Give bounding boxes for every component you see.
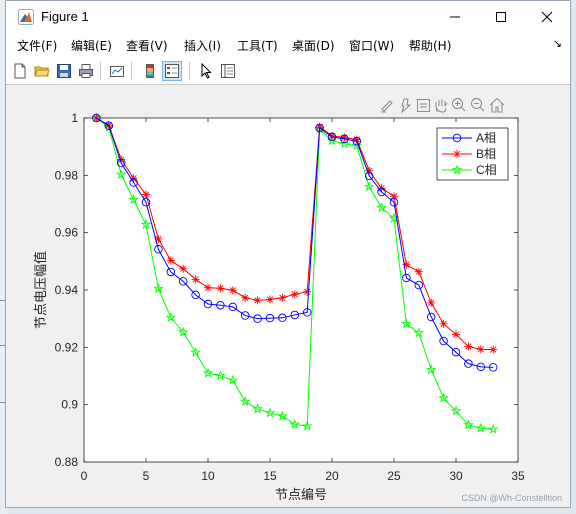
menu-file[interactable]: 文件(F) [17,37,57,54]
figure-toolbar [6,57,570,85]
print-button[interactable] [76,61,96,81]
figure-window: Figure 1 文件(F) 编辑(E) 查看(V) 插入(I) 工具(T) 桌… [5,0,571,508]
series-b-point [427,298,436,307]
menu-insert[interactable]: 插入(I) [184,37,221,54]
matlab-app-icon [18,9,34,25]
pan-hand-icon[interactable] [435,99,448,113]
x-tick-label: 15 [263,469,277,483]
floppy-disk-icon [57,64,71,78]
x-tick-label: 30 [449,469,463,483]
menu-desktop[interactable]: 桌面(D) [292,37,335,54]
y-tick-label: 0.88 [55,455,79,469]
maximize-button[interactable] [478,1,524,33]
property-inspector-icon [221,64,235,78]
x-tick-label: 0 [81,469,88,483]
brush-edit-icon[interactable] [381,100,393,113]
y-axis-label: 节点电压幅值 [33,251,48,329]
legend-label: A相 [476,131,496,145]
zoom-out-icon[interactable] [471,98,485,112]
data-tips-icon[interactable] [400,98,412,114]
y-tick-label: 1 [71,111,78,125]
menu-expand-arrow-icon[interactable]: ↘ [553,37,562,50]
series-b-point [253,296,262,305]
x-tick-label: 20 [325,469,339,483]
home-restore-icon[interactable] [489,97,505,113]
colorbar-icon [146,64,154,78]
toolbar-separator [189,62,190,80]
y-tick-label: 0.96 [55,226,79,240]
series-b-point [464,342,473,351]
edit-plot-button[interactable] [196,61,216,81]
link-plot-button[interactable] [107,61,127,81]
property-inspector-button[interactable] [218,61,238,81]
folder-open-icon [34,66,50,77]
link-plot-icon [110,66,124,77]
series-b-point [179,264,188,273]
x-tick-label: 5 [143,469,150,483]
watermark-text: CSDN @Wh-Constelltion [461,493,562,503]
series-b-point [216,284,225,293]
minimize-icon [450,16,460,18]
legend[interactable]: A相 B相 C相 [436,127,509,181]
menu-bar: 文件(F) 编辑(E) 查看(V) 插入(I) 工具(T) 桌面(D) 窗口(W… [6,33,570,57]
y-tick-label: 0.98 [55,168,79,182]
insert-legend-button[interactable] [162,61,182,81]
save-button[interactable] [54,61,74,81]
legend-label: B相 [476,147,496,161]
legend-series-b-point [453,150,461,158]
toolbar-separator [131,62,132,80]
new-figure-button[interactable] [10,61,30,81]
series-b-point [228,286,237,295]
y-tick-label: 0.94 [55,283,79,297]
x-tick-label: 25 [387,469,401,483]
save-export-icon[interactable] [417,99,430,112]
series-b-point [414,267,423,276]
open-file-button[interactable] [32,61,52,81]
menu-view[interactable]: 查看(V) [126,37,168,54]
close-button[interactable] [524,1,570,33]
x-axis-label: 节点编号 [275,487,327,502]
x-tick-label: 35 [511,469,525,483]
menu-tools[interactable]: 工具(T) [237,37,278,54]
series-b-point [452,330,460,339]
legend-icon [165,64,179,78]
maximize-icon [496,12,506,22]
legend-label: C相 [476,163,497,177]
series-b-point [303,287,312,296]
figure-canvas: 0 5 10 15 20 25 30 35 0.88 0.9 0.92 0.94 0.96 0.98 1 节… [8,87,568,505]
y-tick-label: 0.92 [55,340,79,354]
toolbar-separator [100,62,101,80]
menu-window[interactable]: 窗口(W) [349,37,394,54]
series-b-point [241,293,250,302]
series-b-point [290,290,299,299]
chart-svg: 0 5 10 15 20 25 30 35 0.88 0.9 0.92 0.94 0.96 0.98 1 节… [33,97,525,502]
series-b-point [476,345,485,354]
new-document-icon [14,63,26,79]
series-b-point [204,283,212,292]
axes-toolbar [381,97,505,114]
x-tick-label: 10 [201,469,215,483]
title-bar: Figure 1 [6,1,570,33]
series-b-point [166,256,175,265]
menu-help[interactable]: 帮助(H) [409,37,451,54]
pointer-arrow-icon [201,63,212,79]
insert-colorbar-button[interactable] [140,61,160,81]
menu-edit[interactable]: 编辑(E) [71,37,112,54]
printer-icon [79,64,93,78]
y-tick-label: 0.9 [61,398,78,412]
series-b-point [278,293,287,302]
minimize-button[interactable] [432,1,478,33]
window-title: Figure 1 [41,9,89,24]
close-icon [541,11,553,23]
zoom-in-icon[interactable] [452,98,466,112]
series-b-point [489,345,498,354]
series-b-point [439,319,448,328]
